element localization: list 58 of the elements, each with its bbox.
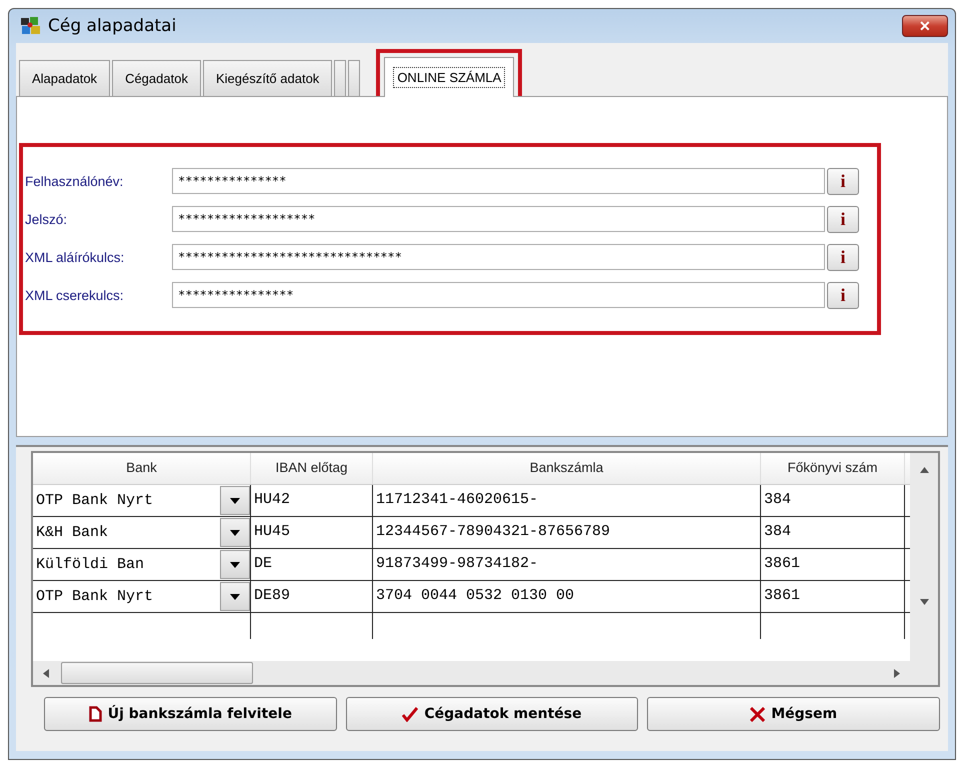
info-button[interactable]: i bbox=[827, 282, 859, 308]
field-label: Jelszó: bbox=[25, 212, 68, 226]
column-header: Főkönyvi szám bbox=[761, 453, 905, 484]
scroll-left-icon bbox=[43, 668, 49, 678]
tab[interactable]: ONLINE SZÁMLA bbox=[384, 57, 514, 97]
checkmark-icon bbox=[402, 706, 418, 722]
input-field[interactable]: *************** bbox=[172, 168, 825, 194]
table-cell: 11712341-46020615- bbox=[373, 485, 761, 516]
bank-dropdown[interactable]: Külföldi Ban bbox=[33, 549, 251, 580]
dropdown-arrow-icon bbox=[230, 562, 240, 568]
document-icon bbox=[88, 706, 102, 722]
action-button[interactable]: Mégsem bbox=[647, 697, 940, 731]
info-button[interactable]: i bbox=[827, 206, 859, 232]
table-cell: 91873499-98734182- bbox=[373, 549, 761, 580]
table-cell: HU45 bbox=[251, 517, 373, 548]
input-field[interactable]: ******************************* bbox=[172, 244, 825, 270]
scroll-up-icon bbox=[920, 467, 928, 473]
field-label: XML aláírókulcs: bbox=[25, 250, 126, 264]
field-label: XML cserekulcs: bbox=[25, 288, 125, 302]
dropdown-arrow-icon bbox=[230, 594, 240, 600]
tab[interactable] bbox=[348, 60, 360, 96]
tab[interactable] bbox=[334, 60, 346, 96]
column-header: Bank bbox=[33, 453, 251, 484]
input-field[interactable]: ******************* bbox=[172, 206, 825, 232]
bank-dropdown[interactable]: K&H Bank bbox=[33, 517, 251, 548]
tab[interactable]: Cégadatok bbox=[112, 60, 201, 96]
table-cell: 3861 bbox=[761, 581, 905, 612]
close-button[interactable]: ✕ bbox=[902, 15, 948, 37]
horizontal-scrollbar[interactable] bbox=[33, 661, 910, 685]
table-cell: DE bbox=[251, 549, 373, 580]
puzzle-icon bbox=[20, 16, 42, 36]
table-cell: 3861 bbox=[761, 549, 905, 580]
info-button[interactable]: i bbox=[827, 168, 859, 194]
table-cell: HU42 bbox=[251, 485, 373, 516]
dropdown-arrow-icon bbox=[230, 498, 240, 504]
table-cell: 12344567-78904321-87656789 bbox=[373, 517, 761, 548]
action-button[interactable]: Cégadatok mentése bbox=[346, 697, 638, 731]
column-header: Bankszámla bbox=[373, 453, 761, 484]
tab[interactable]: Kiegészítő adatok bbox=[202, 60, 332, 96]
tab[interactable]: Alapadatok bbox=[19, 60, 110, 96]
bank-dropdown[interactable]: OTP Bank Nyrt bbox=[33, 485, 251, 516]
vertical-scrollbar[interactable] bbox=[910, 453, 938, 685]
scrollbar-thumb[interactable] bbox=[61, 662, 253, 684]
info-button[interactable]: i bbox=[827, 244, 859, 270]
cross-icon bbox=[750, 706, 766, 722]
scroll-right-icon bbox=[894, 668, 900, 678]
bank-dropdown[interactable]: OTP Bank Nyrt bbox=[33, 581, 251, 612]
table-cell: 384 bbox=[761, 485, 905, 516]
input-field[interactable]: **************** bbox=[172, 282, 825, 308]
action-button[interactable]: Új bankszámla felvitele bbox=[44, 697, 337, 731]
table-cell: 384 bbox=[761, 517, 905, 548]
dropdown-arrow-icon bbox=[230, 530, 240, 536]
column-header: IBAN előtag bbox=[251, 453, 373, 484]
table-cell: DE89 bbox=[251, 581, 373, 612]
field-label: Felhasználónév: bbox=[25, 174, 124, 188]
table-cell: 3704 0044 0532 0130 00 bbox=[373, 581, 761, 612]
window-title: Cég alapadatai bbox=[48, 16, 176, 36]
scroll-down-icon bbox=[920, 599, 928, 605]
